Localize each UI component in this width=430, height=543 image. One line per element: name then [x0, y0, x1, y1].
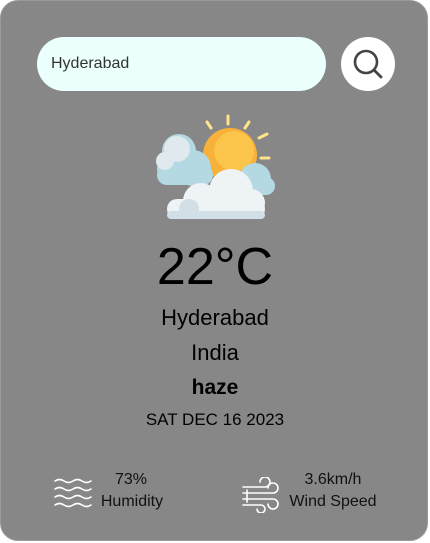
search-icon — [353, 49, 383, 79]
search-button[interactable] — [341, 37, 395, 91]
humidity-value: 73% — [114, 471, 148, 488]
city-name: Hyderabad — [161, 305, 269, 330]
wind-icon — [242, 477, 279, 513]
wind-speed-value: 3.6km/h — [304, 471, 362, 488]
waves-icon — [54, 478, 92, 508]
humidity-stat: 73% Humidity — [53, 471, 173, 515]
weather-condition: haze — [191, 376, 239, 399]
weather-card: 22°C Hyderabad India haze SAT DEC 16 202… — [0, 0, 428, 541]
wind-speed-label: Wind Speed — [289, 493, 377, 510]
temperature: 22°C — [156, 238, 274, 296]
date: SAT DEC 16 2023 — [145, 410, 285, 429]
weather-condition-icon — [151, 113, 281, 230]
cloudy-sun-icon — [156, 114, 275, 219]
country-name: India — [191, 340, 239, 365]
wind-stat: 3.6km/h Wind Speed — [241, 471, 391, 515]
humidity-label: Humidity — [100, 493, 164, 510]
search-input[interactable] — [37, 37, 326, 91]
